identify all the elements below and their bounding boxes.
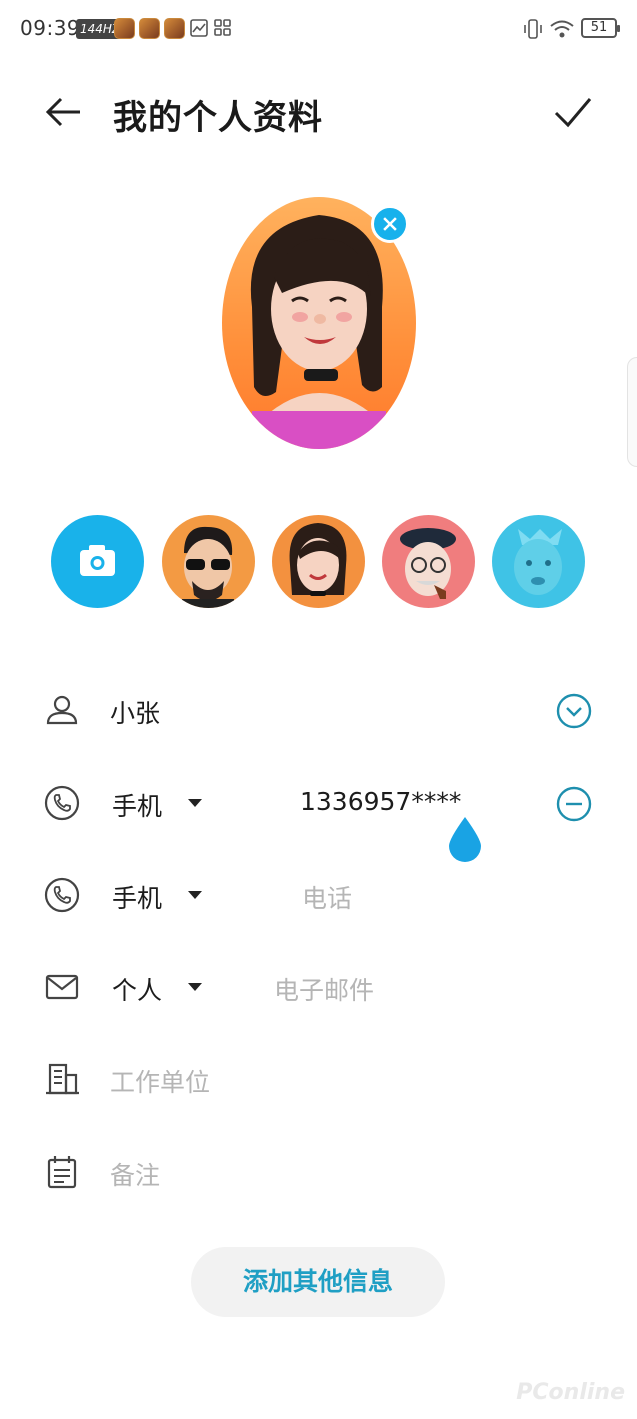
building-icon bbox=[46, 1063, 79, 1095]
game-app-icon bbox=[139, 18, 160, 39]
side-edge-handle[interactable] bbox=[627, 357, 637, 467]
gallery-icon bbox=[190, 19, 208, 37]
memoji-sunglasses-illustration bbox=[182, 526, 234, 608]
add-other-info-button[interactable]: 添加其他信息 bbox=[191, 1247, 445, 1317]
avatar-picker-row bbox=[0, 515, 637, 610]
phone-type-select[interactable]: 手机 bbox=[112, 787, 162, 823]
notes-row: 备注 bbox=[0, 1138, 637, 1208]
mail-icon bbox=[45, 974, 79, 1000]
email-type-select[interactable]: 个人 bbox=[112, 971, 162, 1007]
remove-avatar-close-icon[interactable] bbox=[371, 205, 409, 243]
expand-down-icon[interactable] bbox=[555, 692, 593, 730]
phone-type-select[interactable]: 手机 bbox=[112, 879, 162, 915]
dropdown-caret-icon[interactable] bbox=[188, 799, 202, 807]
phone-field[interactable]: 电话 bbox=[302, 879, 352, 915]
watermark: PConline bbox=[516, 1380, 625, 1405]
company-row: 工作单位 bbox=[0, 1045, 637, 1115]
memoji-option-braids[interactable] bbox=[272, 515, 365, 608]
memoji-braids-illustration bbox=[289, 523, 347, 596]
dropdown-caret-icon[interactable] bbox=[188, 891, 202, 899]
camera-icon bbox=[80, 545, 115, 576]
back-arrow-icon[interactable] bbox=[38, 90, 88, 134]
check-icon[interactable] bbox=[550, 90, 596, 134]
text-cursor-handle[interactable] bbox=[447, 815, 483, 863]
phone-icon bbox=[44, 877, 80, 913]
notes-icon bbox=[47, 1156, 77, 1189]
camera-avatar-button[interactable] bbox=[51, 515, 144, 608]
notes-field[interactable]: 备注 bbox=[110, 1156, 160, 1192]
wifi-icon bbox=[550, 20, 574, 38]
status-time: 09:39 bbox=[20, 16, 81, 40]
name-row: 小张 bbox=[0, 676, 637, 746]
apps-grid-icon bbox=[214, 19, 231, 36]
name-field[interactable]: 小张 bbox=[110, 694, 160, 730]
email-row: 个人 电子邮件 bbox=[0, 953, 637, 1023]
memoji-option-beret[interactable] bbox=[382, 515, 475, 608]
dropdown-caret-icon[interactable] bbox=[188, 983, 202, 991]
phone-row-1: 手机 1336957**** bbox=[0, 769, 637, 839]
game-app-icon bbox=[164, 18, 185, 39]
person-icon bbox=[46, 695, 78, 725]
email-field[interactable]: 电子邮件 bbox=[274, 971, 374, 1007]
phone-number-field[interactable]: 1336957**** bbox=[300, 787, 461, 816]
header: 我的个人资料 bbox=[0, 60, 637, 170]
minus-circle-icon[interactable] bbox=[555, 785, 593, 823]
page-title: 我的个人资料 bbox=[113, 98, 323, 138]
memoji-cyan-illustration bbox=[514, 529, 562, 595]
phone-row-2: 手机 电话 bbox=[0, 861, 637, 931]
memoji-option-cyan[interactable] bbox=[492, 515, 585, 608]
game-app-icon bbox=[114, 18, 135, 39]
memoji-option-sunglasses[interactable] bbox=[162, 515, 255, 608]
battery-indicator: 51 bbox=[581, 18, 620, 38]
status-bar: 09:39 144HZ 51 bbox=[0, 0, 637, 60]
memoji-beret-illustration bbox=[400, 528, 456, 599]
company-field[interactable]: 工作单位 bbox=[110, 1063, 210, 1099]
phone-icon bbox=[44, 785, 80, 821]
vibrate-icon bbox=[524, 19, 542, 39]
